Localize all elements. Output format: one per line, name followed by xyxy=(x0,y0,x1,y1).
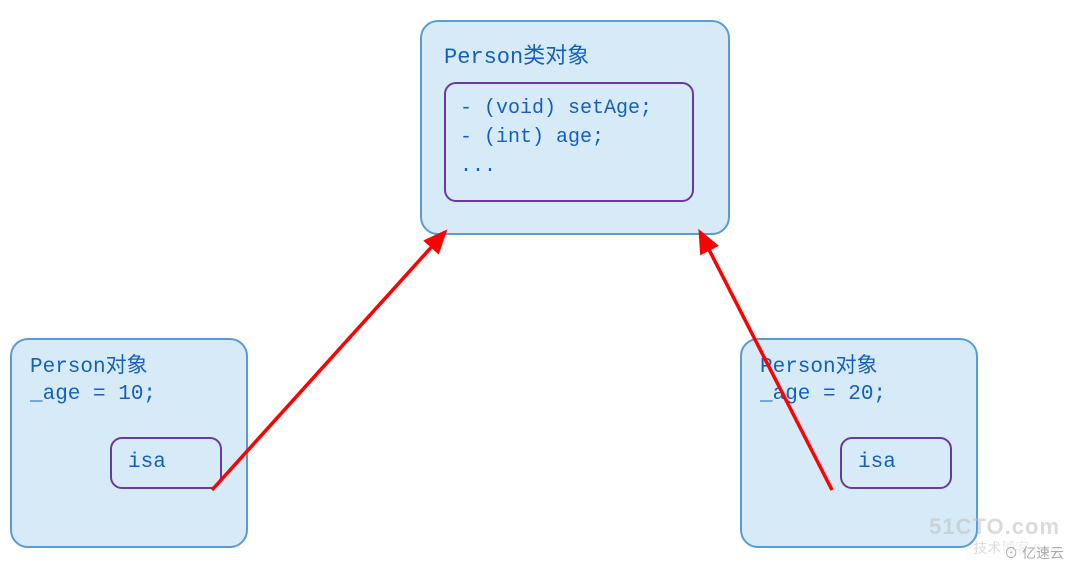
instance-box-left: Person对象 _age = 10; isa xyxy=(10,338,248,548)
instance-right-line2: _age = 20; xyxy=(760,381,962,408)
class-object-box: Person类对象 - (void) setAge; - (int) age; … xyxy=(420,20,730,235)
isa-box-right: isa xyxy=(840,437,952,489)
watermark-51cto: 51CTO.com xyxy=(929,514,1060,540)
instance-left-line2: _age = 10; xyxy=(30,381,232,408)
watermark-yisu: ⊙ 亿速云 xyxy=(1000,542,1068,564)
isa-label-left: isa xyxy=(128,449,166,476)
class-title: Person类对象 xyxy=(444,38,712,70)
instance-right-line1: Person对象 xyxy=(760,354,962,381)
isa-label-right: isa xyxy=(858,449,896,476)
method-line-0: - (void) setAge; xyxy=(460,94,678,123)
method-line-1: - (int) age; xyxy=(460,123,678,152)
method-line-2: ... xyxy=(460,152,678,181)
methods-box: - (void) setAge; - (int) age; ... xyxy=(444,82,694,202)
isa-box-left: isa xyxy=(110,437,222,489)
instance-left-line1: Person对象 xyxy=(30,354,232,381)
